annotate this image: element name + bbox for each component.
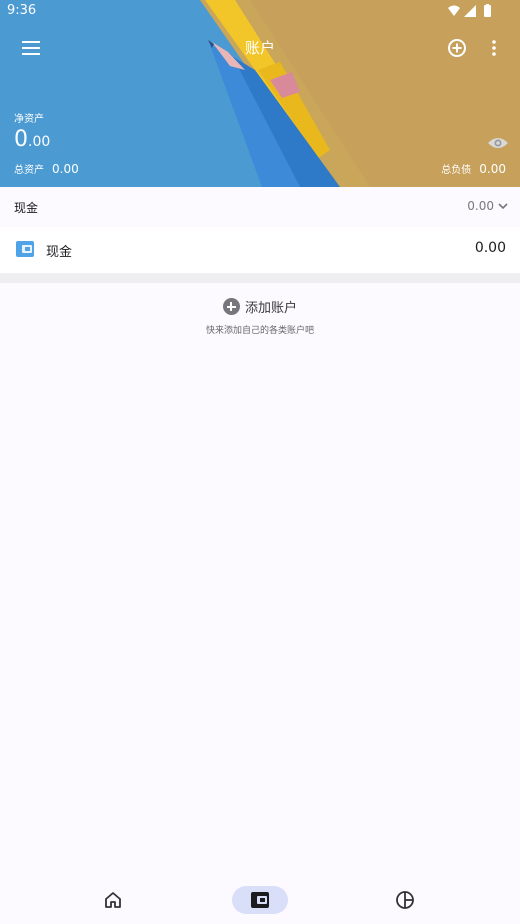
add-account-link[interactable]: 添加账户 — [222, 297, 297, 316]
nav-accounts[interactable] — [232, 886, 288, 914]
net-assets-integer: 0 — [14, 127, 28, 152]
status-time: 9:36 — [7, 3, 37, 18]
account-group-header[interactable]: 现金 0.00 — [0, 187, 520, 227]
section-divider — [0, 273, 520, 283]
visibility-eye-icon[interactable] — [487, 135, 509, 151]
wallet-icon — [251, 892, 269, 908]
net-assets-value: 0.00 — [14, 127, 50, 155]
total-liabilities-label: 总负债 — [441, 165, 472, 176]
total-assets: 总资产 0.00 — [14, 161, 79, 176]
header-background-image — [0, 0, 520, 187]
signal-icon — [464, 5, 476, 17]
pie-chart-icon — [396, 891, 414, 909]
nav-home[interactable] — [85, 886, 141, 914]
add-account-label: 添加账户 — [244, 301, 297, 316]
home-icon — [105, 892, 121, 908]
net-assets-label: 净资产 — [14, 114, 44, 125]
account-balance: 0.00 — [474, 240, 506, 256]
add-account-hint: 快来添加自己的各类账户吧 — [205, 326, 314, 336]
nav-statistics[interactable] — [377, 886, 433, 914]
battery-icon — [484, 5, 491, 17]
group-total: 0.00 — [467, 199, 494, 213]
more-options-button[interactable] — [478, 32, 510, 64]
total-assets-value: 0.00 — [52, 162, 79, 176]
wifi-icon — [448, 5, 460, 16]
net-assets-decimal: .00 — [28, 134, 51, 150]
account-name: 现金 — [46, 245, 73, 260]
total-assets-label: 总资产 — [14, 165, 44, 176]
chevron-down-icon — [498, 203, 508, 210]
status-bar: 9:36 — [0, 0, 520, 22]
add-account-section: 添加账户 快来添加自己的各类账户吧 — [0, 297, 520, 336]
add-circle-icon — [222, 298, 240, 315]
wallet-icon — [16, 241, 34, 257]
account-row[interactable]: 现金 0.00 — [0, 227, 520, 273]
bottom-navigation — [0, 876, 520, 924]
add-circle-icon — [448, 39, 466, 57]
total-liabilities: 总负债 0.00 — [441, 161, 506, 176]
more-vert-icon — [492, 40, 496, 56]
system-status-icons — [448, 4, 491, 17]
summary-header: 9:36 账户 净资产 0.00 总资产 0.00 总负债 0.00 — [0, 0, 520, 187]
group-name: 现金 — [14, 201, 39, 215]
add-account-button[interactable] — [441, 32, 473, 64]
total-liabilities-value: 0.00 — [479, 162, 506, 176]
